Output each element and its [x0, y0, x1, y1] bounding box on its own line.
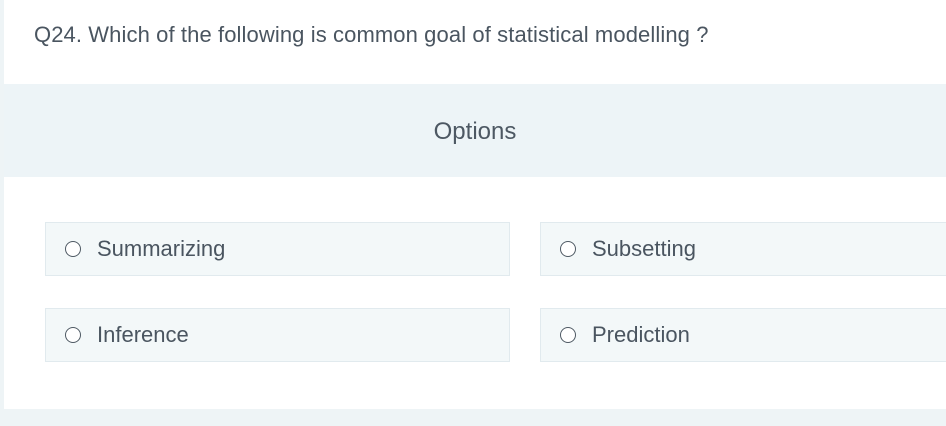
option-inference[interactable]: Inference	[45, 308, 510, 362]
radio-button[interactable]	[560, 327, 576, 343]
option-summarizing[interactable]: Summarizing	[45, 222, 510, 276]
options-header: Options	[4, 84, 946, 177]
question-text: Q24. Which of the following is common go…	[34, 22, 709, 47]
radio-button[interactable]	[65, 327, 81, 343]
options-header-label: Options	[433, 117, 517, 145]
radio-button[interactable]	[65, 241, 81, 257]
page-frame: Q24. Which of the following is common go…	[0, 0, 946, 426]
option-subsetting[interactable]: Subsetting	[540, 222, 946, 276]
option-label: Summarizing	[97, 236, 226, 261]
option-label: Prediction	[592, 322, 690, 347]
option-prediction[interactable]: Prediction	[540, 308, 946, 362]
option-label: Subsetting	[592, 236, 696, 261]
option-label: Inference	[97, 322, 189, 347]
radio-button[interactable]	[560, 241, 576, 257]
